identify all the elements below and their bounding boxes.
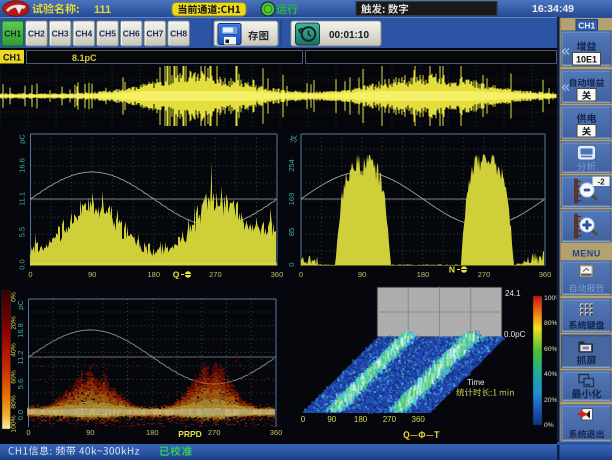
svg-text:CH3: CH3 [52, 29, 69, 39]
svg-text:CH7: CH7 [146, 29, 163, 39]
svg-text:CH2: CH2 [28, 29, 45, 39]
svg-text:CH8: CH8 [170, 29, 187, 39]
svg-text:270: 270 [478, 270, 491, 279]
svg-text:Q: Q [173, 270, 180, 280]
svg-text:60%: 60% [11, 370, 18, 384]
svg-text:0.0: 0.0 [18, 259, 27, 269]
svg-text:0: 0 [301, 415, 306, 424]
svg-text:80%: 80% [544, 320, 558, 327]
svg-text:0: 0 [26, 428, 30, 437]
svg-text:40%: 40% [11, 343, 18, 357]
svg-text:180: 180 [354, 415, 368, 424]
svg-text:0: 0 [287, 262, 296, 266]
svg-text:CH1: CH1 [3, 53, 21, 63]
svg-text:90: 90 [327, 415, 336, 424]
svg-text:270: 270 [383, 415, 397, 424]
svg-text:360: 360 [271, 270, 284, 279]
svg-text:0%: 0% [544, 422, 554, 429]
svg-text:20%: 20% [11, 316, 18, 330]
svg-text:00:01:10: 00:01:10 [329, 30, 369, 41]
svg-text:40%: 40% [544, 371, 558, 378]
svg-text:8.1pC: 8.1pC [72, 53, 97, 63]
svg-text:90: 90 [86, 428, 94, 437]
svg-text:-2: -2 [597, 177, 605, 186]
svg-text:MENU: MENU [572, 249, 601, 259]
svg-text:270: 270 [209, 270, 222, 279]
svg-text:0: 0 [28, 270, 32, 279]
svg-text:CH1: CH1 [578, 20, 595, 30]
svg-text:CH5: CH5 [99, 29, 116, 39]
svg-text:360: 360 [270, 428, 283, 437]
svg-text:24.1: 24.1 [505, 289, 521, 298]
svg-text:0%: 0% [11, 292, 18, 302]
svg-text:100%: 100% [11, 415, 18, 432]
svg-text:270: 270 [208, 428, 221, 437]
svg-text:180: 180 [417, 270, 430, 279]
svg-text:85: 85 [287, 228, 296, 236]
svg-text:CH4: CH4 [75, 29, 92, 39]
svg-text:CH6: CH6 [123, 29, 140, 39]
svg-text:16:34:49: 16:34:49 [532, 3, 574, 15]
svg-text:360: 360 [412, 415, 426, 424]
svg-text:5.5: 5.5 [18, 227, 27, 237]
svg-text:PRPD: PRPD [178, 429, 202, 439]
svg-text:pC: pC [18, 134, 27, 144]
svg-text:180: 180 [147, 270, 160, 279]
svg-text:90: 90 [88, 270, 96, 279]
svg-text:0.0pC: 0.0pC [504, 330, 526, 339]
svg-text:0: 0 [299, 270, 303, 279]
svg-text:10E1: 10E1 [576, 54, 597, 64]
svg-text:111: 111 [94, 4, 111, 16]
svg-text:90: 90 [358, 270, 366, 279]
svg-text:CH1: CH1 [4, 29, 21, 39]
svg-text:254: 254 [287, 159, 296, 172]
svg-text:360: 360 [539, 270, 552, 279]
svg-text:169: 169 [287, 193, 296, 206]
svg-text:Time: Time [467, 378, 485, 387]
svg-text:60%: 60% [544, 346, 558, 353]
svg-text:16.6: 16.6 [18, 158, 27, 173]
svg-text:11.1: 11.1 [18, 192, 27, 206]
svg-text:80%: 80% [11, 395, 18, 409]
svg-text:N: N [449, 265, 455, 275]
svg-text:180: 180 [146, 428, 159, 437]
svg-text:20%: 20% [544, 397, 558, 404]
